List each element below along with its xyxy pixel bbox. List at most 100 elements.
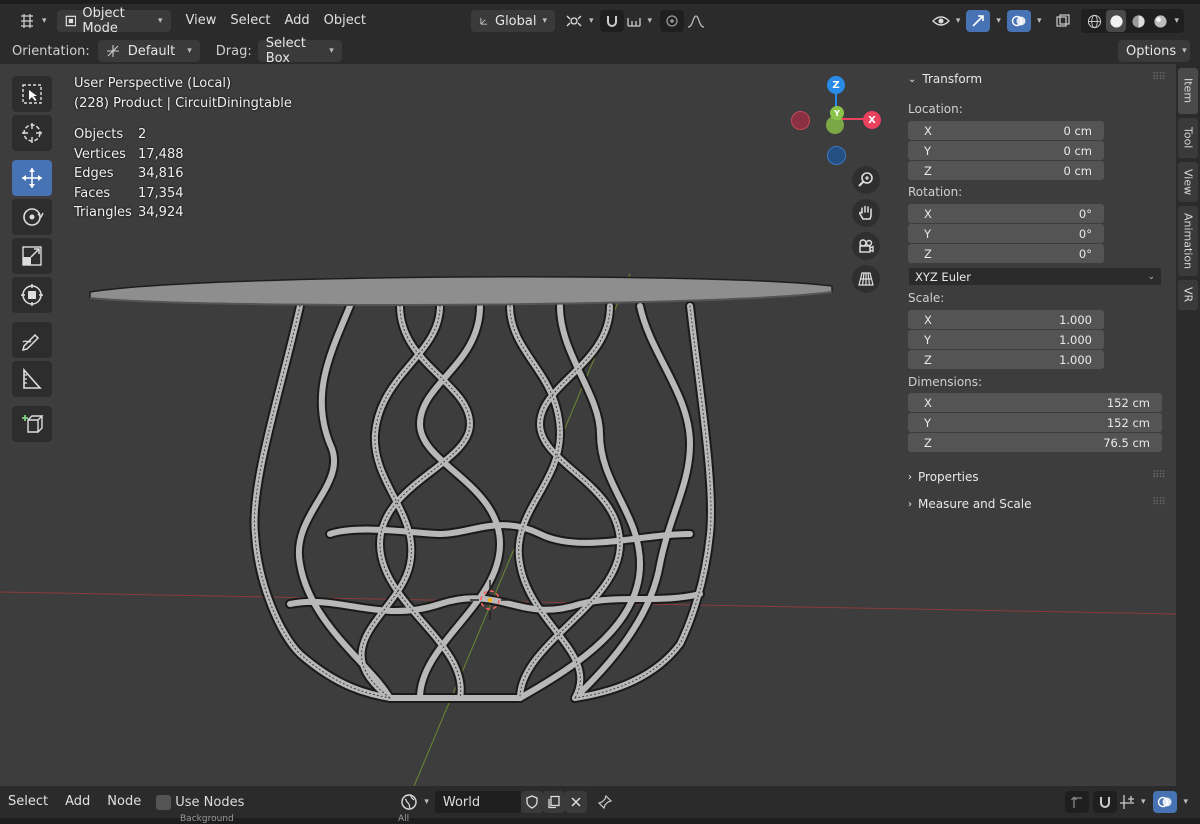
node-snap-target-dropdown[interactable]: ▾ <box>1117 791 1148 813</box>
duplicate-world-button[interactable] <box>542 791 565 813</box>
drag-grip-icon[interactable]: ⠿⠿ <box>1152 497 1166 508</box>
orientation-dropdown[interactable]: Default ▾ <box>97 40 200 62</box>
scale-z-field[interactable]: Z 1.000 <box>908 350 1104 369</box>
location-x-field[interactable]: X 0 cm <box>908 121 1104 140</box>
editor-type-selector[interactable]: ▾ <box>14 10 51 32</box>
location-y-field[interactable]: Y 0 cm <box>908 141 1104 160</box>
drag-dropdown[interactable]: Select Box ▾ <box>257 36 342 66</box>
gizmo-neg-x-axis[interactable] <box>791 111 810 130</box>
dimensions-z-field[interactable]: Z 76.5 cm <box>908 433 1162 452</box>
measure-section-header[interactable]: › Measure and Scale <box>908 497 1032 511</box>
tool-cursor[interactable] <box>12 115 52 151</box>
proportional-falloff-button[interactable] <box>684 10 708 32</box>
fake-user-button[interactable] <box>520 791 543 813</box>
gizmo-x-axis[interactable]: X <box>863 111 881 129</box>
world-name-field[interactable]: World <box>434 791 521 813</box>
stat-value: 17,488 <box>138 146 184 162</box>
scale-x-field[interactable]: X 1.000 <box>908 310 1104 329</box>
tool-select-box[interactable] <box>12 76 52 112</box>
tab-tool[interactable]: Tool <box>1178 118 1198 158</box>
field-value: 0 cm <box>1063 143 1093 158</box>
toggle-projection-button[interactable] <box>852 265 880 293</box>
tab-view[interactable]: View <box>1178 162 1198 202</box>
tab-item[interactable]: Item <box>1178 68 1198 114</box>
chevron-down-icon[interactable]: ▾ <box>1037 16 1042 26</box>
dimensions-y-field[interactable]: Y 152 cm <box>908 413 1162 432</box>
world-browse-dropdown[interactable]: ▾ <box>396 791 433 813</box>
tab-animation[interactable]: Animation <box>1178 206 1198 276</box>
tool-measure[interactable] <box>12 361 52 397</box>
parent-node-tree-button[interactable] <box>1064 791 1089 813</box>
drag-grip-icon[interactable]: ⠿⠿ <box>1152 470 1166 481</box>
all-dropdown-label[interactable]: All <box>398 814 409 824</box>
chevron-down-icon[interactable]: ▾ <box>1172 16 1181 26</box>
visibility-dropdown[interactable]: ▾ <box>930 10 963 32</box>
node-menu-add[interactable]: Add <box>55 791 97 813</box>
location-z-field[interactable]: Z 0 cm <box>908 161 1104 180</box>
node-menu-select[interactable]: Select <box>0 791 55 813</box>
gizmo-neg-z-axis[interactable] <box>827 146 846 165</box>
gizmo-toggle[interactable] <box>966 10 991 32</box>
chevron-down-icon[interactable]: ▾ <box>996 16 1001 26</box>
gizmo-z-axis[interactable]: Z <box>827 76 845 94</box>
node-menu-node[interactable]: Node <box>97 791 148 813</box>
tool-move[interactable] <box>12 160 52 196</box>
node-overlays-toggle[interactable] <box>1153 791 1178 813</box>
properties-section-header[interactable]: › Properties <box>908 470 979 484</box>
snap-increment-icon <box>626 18 641 27</box>
shading-solid-button[interactable] <box>1106 10 1127 32</box>
shading-material-button[interactable] <box>1128 10 1148 32</box>
use-nodes-checkbox[interactable]: Use Nodes <box>156 794 245 810</box>
shading-rendered-button[interactable] <box>1150 10 1170 32</box>
use-nodes-label: Use Nodes <box>175 794 245 810</box>
field-value: 0° <box>1078 246 1092 261</box>
snap-target-dropdown[interactable]: ▾ <box>624 10 655 32</box>
tool-annotate[interactable] <box>12 322 52 358</box>
menu-view[interactable]: View <box>179 10 224 32</box>
zoom-button[interactable] <box>852 166 880 194</box>
drag-label: Drag: <box>215 43 252 59</box>
axis-label: Z <box>924 163 932 178</box>
tool-add-cube[interactable] <box>12 406 52 442</box>
chevron-down-icon[interactable]: ▾ <box>1183 797 1188 807</box>
stat-label: Triangles <box>74 205 132 220</box>
rotation-mode-dropdown[interactable]: XYZ Euler ⌄ <box>908 267 1162 286</box>
tool-transform[interactable] <box>12 277 52 313</box>
tool-scale[interactable] <box>12 238 52 274</box>
3d-cursor <box>470 580 510 620</box>
proportional-editing-toggle[interactable] <box>660 10 685 32</box>
pin-button[interactable] <box>593 791 617 813</box>
pan-button[interactable] <box>852 199 880 227</box>
toolbar <box>12 76 54 445</box>
dimensions-x-field[interactable]: X 152 cm <box>908 393 1162 412</box>
xray-toggle[interactable] <box>1051 10 1075 32</box>
transform-orientation-dropdown[interactable]: Global ▾ <box>471 10 556 32</box>
camera-icon <box>859 239 874 253</box>
gizmo-neg-y-axis[interactable] <box>826 116 844 134</box>
scale-y-field[interactable]: Y 1.000 <box>908 330 1104 349</box>
3d-viewport[interactable]: User Perspective (Local) (228) Product |… <box>0 64 1200 786</box>
menu-object[interactable]: Object <box>317 10 373 32</box>
tool-rotate[interactable] <box>12 199 52 235</box>
shading-wireframe-button[interactable] <box>1084 10 1104 32</box>
chevron-down-icon: ▾ <box>1182 46 1187 56</box>
rotation-z-field[interactable]: Z 0° <box>908 244 1104 263</box>
rotation-x-field[interactable]: X 0° <box>908 204 1104 223</box>
rotation-y-field[interactable]: Y 0° <box>908 224 1104 243</box>
node-snap-toggle[interactable] <box>1092 791 1117 813</box>
options-dropdown[interactable]: Options ▾ <box>1118 40 1190 62</box>
sidebar-tabs: Item Tool View Animation VR <box>1176 64 1200 786</box>
camera-view-button[interactable] <box>852 232 880 260</box>
drag-grip-icon[interactable]: ⠿⠿ <box>1152 72 1166 83</box>
snap-toggle[interactable] <box>599 10 624 32</box>
transform-section-header[interactable]: ⌄ Transform <box>908 72 982 86</box>
pivot-point-dropdown[interactable]: ▾ <box>563 10 596 32</box>
chevron-down-icon: ▾ <box>42 16 47 26</box>
tab-vr[interactable]: VR <box>1178 280 1198 310</box>
menu-select[interactable]: Select <box>223 10 277 32</box>
mode-dropdown[interactable]: Object Mode ▾ <box>56 6 171 36</box>
menu-add[interactable]: Add <box>278 10 317 32</box>
unlink-world-button[interactable] <box>564 791 587 813</box>
overlays-toggle[interactable] <box>1006 10 1031 32</box>
annotate-pencil-icon <box>21 333 40 352</box>
